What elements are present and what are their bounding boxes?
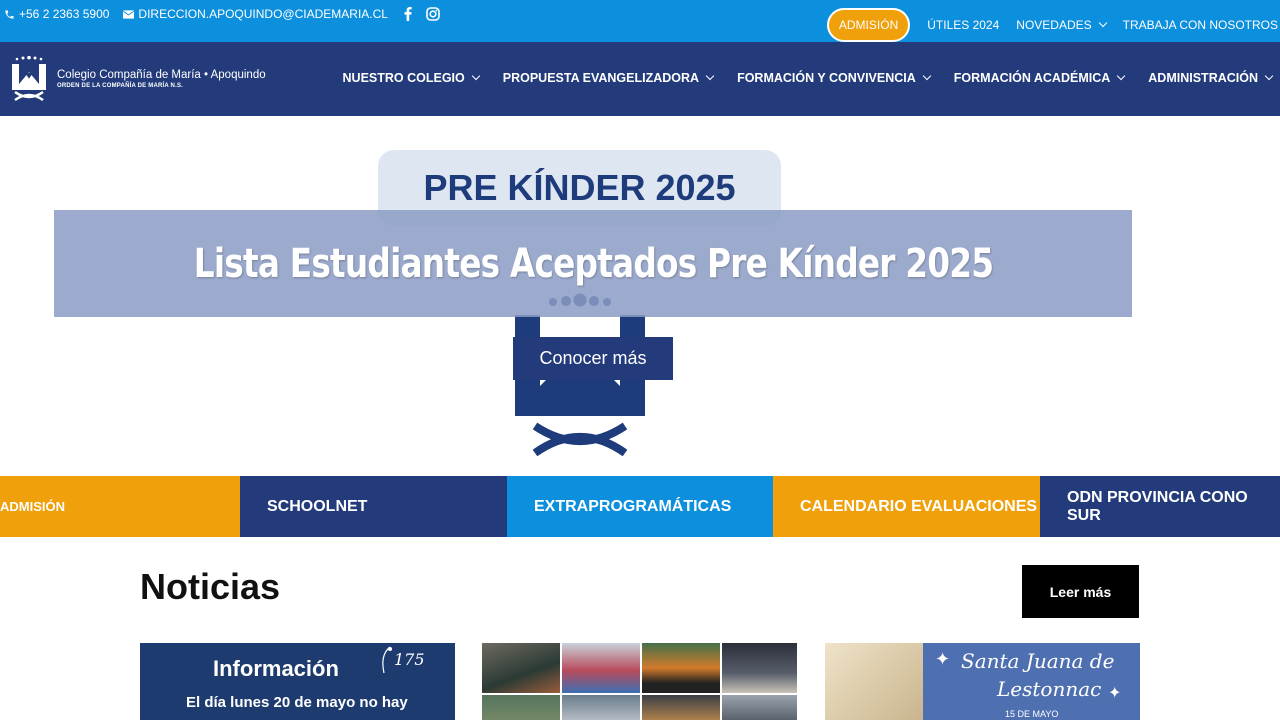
card-heading: Santa Juana de [961, 649, 1115, 673]
card-date: 15 DE MAYO [1005, 709, 1059, 719]
chevron-down-icon [705, 71, 715, 81]
facebook-icon[interactable] [404, 7, 412, 21]
photo-thumbnail [642, 643, 720, 693]
novedades-label: NOVEDADES [1016, 18, 1092, 32]
card-heading: Información [213, 656, 339, 681]
contact-info: +56 2 2363 5900 DIRECCION.APOQUINDO@CIAD… [4, 7, 454, 21]
chevron-down-icon [1117, 71, 1126, 81]
news-card[interactable]: Información El día lunes 20 de mayo no h… [140, 643, 455, 720]
chevron-down-icon [1264, 71, 1274, 81]
sparkle-icon: ✦ [1108, 685, 1122, 702]
sparkle-icon: ✦ [935, 649, 951, 669]
nav-propuesta-evangelizadora[interactable]: PROPUESTA EVANGELIZADORA [502, 71, 715, 85]
nav-label: FORMACIÓN Y CONVIVENCIA [737, 71, 916, 85]
quicklink-extraprogramaticas[interactable]: EXTRAPROGRAMÁTICAS [507, 476, 773, 537]
nav-label: PROPUESTA EVANGELIZADORA [502, 71, 700, 85]
photo-thumbnail [642, 695, 720, 720]
news-card[interactable]: ✦ ✦ Santa Juana de Lestonnac 15 DE MAYO [825, 643, 1140, 720]
photo-thumbnail [562, 643, 640, 693]
conocer-mas-button[interactable]: Conocer más [513, 337, 673, 380]
chevron-down-icon [471, 71, 480, 81]
trabaja-link[interactable]: TRABAJA CON NOSOTROS [1123, 18, 1278, 32]
quicklink-schoolnet[interactable]: SCHOOLNET [240, 476, 507, 537]
chevron-down-icon [922, 71, 932, 81]
logo-title: Colegio Compañía de María • Apoquindo [57, 69, 266, 81]
social-links [404, 7, 454, 21]
instagram-icon[interactable] [426, 7, 440, 21]
svg-text:175: 175 [394, 650, 425, 669]
nav-formacion-academica[interactable]: FORMACIÓN ACADÉMICA [953, 71, 1126, 85]
card-heading-line2: Lestonnac [997, 677, 1102, 701]
photo-thumbnail [482, 695, 560, 720]
quicklink-calendario[interactable]: CALENDARIO EVALUACIONES [773, 476, 1040, 537]
nav-nuestro-colegio[interactable]: NUESTRO COLEGIO [342, 71, 480, 85]
quicklink-odn[interactable]: ODN PROVINCIA CONO SUR [1040, 476, 1280, 537]
nav-formacion-convivencia[interactable]: FORMACIÓN Y CONVIVENCIA [737, 71, 932, 85]
nav-label: FORMACIÓN ACADÉMICA [953, 71, 1111, 85]
phone-link[interactable]: +56 2 2363 5900 [4, 7, 109, 21]
hero-slider: PRE KÍNDER 2025 Lista Estudiantes Acepta… [0, 116, 1280, 476]
news-heading: Noticias [140, 566, 281, 607]
main-header: Colegio Compañía de María • Apoquindo OR… [0, 42, 1280, 116]
nav-label: ADMINISTRACIÓN [1148, 71, 1258, 85]
admision-button[interactable]: ADMISIÓN [826, 8, 911, 42]
utiles-link[interactable]: ÚTILES 2024 [927, 18, 999, 32]
phone-icon [5, 9, 14, 19]
chevron-down-icon [1098, 18, 1107, 28]
main-nav: NUESTRO COLEGIO PROPUESTA EVANGELIZADORA… [319, 71, 1274, 85]
photo-thumbnail [722, 695, 797, 720]
top-nav: ADMISIÓN ÚTILES 2024 NOVEDADES TRABAJA C… [826, 8, 1278, 42]
quick-links: ADMISIÓN SCHOOLNET EXTRAPROGRAMÁTICAS CA… [0, 476, 1280, 537]
school-crest-icon [12, 56, 46, 102]
nav-label: NUESTRO COLEGIO [342, 71, 465, 85]
news-card[interactable] [482, 643, 797, 720]
nav-administracion[interactable]: ADMINISTRACIÓN [1148, 71, 1274, 85]
email-link[interactable]: DIRECCION.APOQUINDO@CIADEMARIA.CL [123, 7, 388, 21]
site-logo[interactable]: Colegio Compañía de María • Apoquindo OR… [9, 56, 266, 102]
novedades-link[interactable]: NOVEDADES [1016, 18, 1107, 32]
envelope-icon [123, 9, 135, 19]
logo-subtitle: ORDEN DE LA COMPAÑÍA DE MARÍA N.S. [57, 83, 184, 89]
photo-thumbnail [722, 643, 797, 693]
phone-text: +56 2 2363 5900 [19, 7, 110, 21]
hero-title: Lista Estudiantes Aceptados Pre Kínder 2… [193, 240, 993, 287]
hero-overlay: Lista Estudiantes Aceptados Pre Kínder 2… [54, 210, 1132, 317]
anniversary-logo-icon: 175 [382, 646, 425, 674]
trabaja-label: TRABAJA CON NOSOTROS [1122, 18, 1278, 32]
utiles-label: ÚTILES 2024 [927, 18, 1000, 32]
top-bar: +56 2 2363 5900 DIRECCION.APOQUINDO@CIAD… [0, 0, 1280, 42]
quicklink-admision[interactable]: ADMISIÓN [0, 476, 240, 537]
photo-collage [482, 643, 797, 720]
photo-thumbnail [482, 643, 560, 693]
photo-thumbnail [562, 695, 640, 720]
leer-mas-button[interactable]: Leer más [1022, 565, 1139, 618]
email-text: DIRECCION.APOQUINDO@CIADEMARIA.CL [138, 7, 388, 21]
card-text: El día lunes 20 de mayo no hay [186, 694, 408, 711]
card-image [825, 643, 923, 720]
